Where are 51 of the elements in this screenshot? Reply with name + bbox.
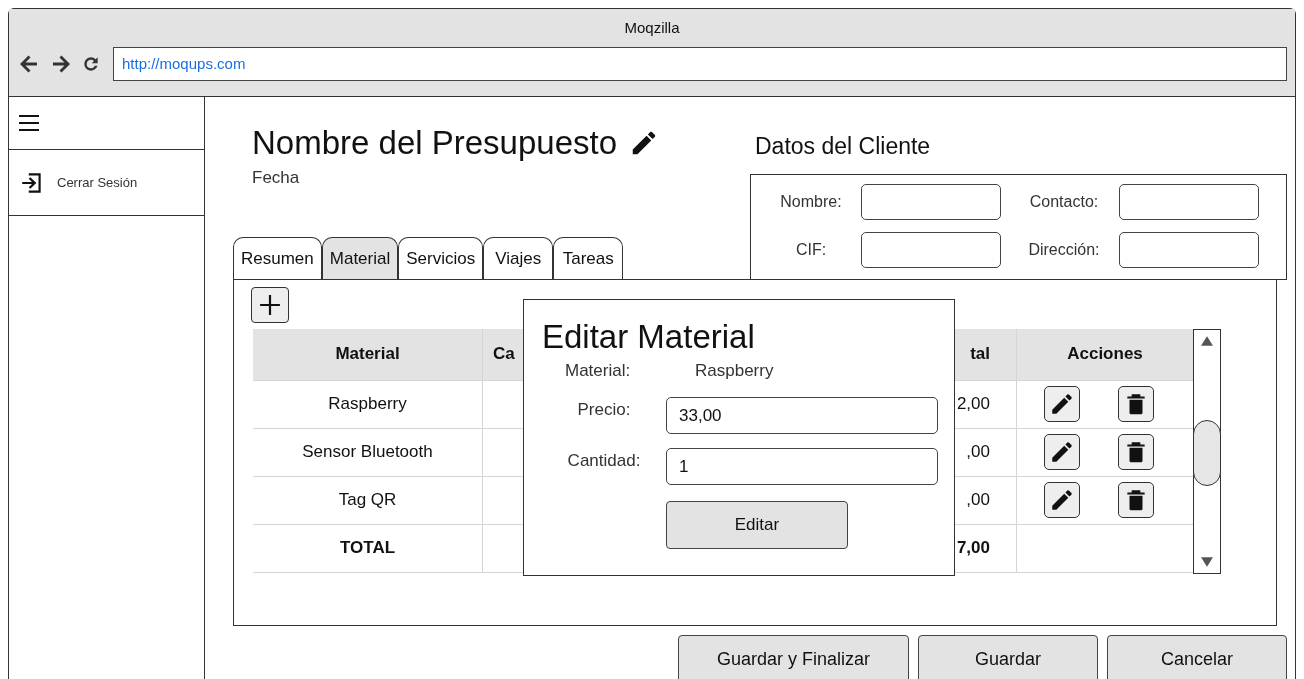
tab[interactable]: Viajes (483, 236, 554, 280)
page-title: Nombre del Presupuesto (252, 123, 618, 163)
pencil-icon (1049, 487, 1075, 513)
delete-button[interactable] (1118, 386, 1154, 422)
delete-button[interactable] (1118, 434, 1154, 470)
table-cell: Sensor Bluetooth (253, 428, 483, 476)
action-button[interactable]: Guardar y Finalizar (678, 634, 909, 679)
table-cell: TOTAL (253, 524, 483, 572)
field-label: Cantidad: (566, 450, 642, 472)
field-label: CIF: (795, 239, 827, 260)
dialog-button[interactable]: Editar (666, 501, 848, 549)
field-label: Contacto: (1029, 191, 1099, 212)
field-label: Precio: (576, 399, 632, 421)
pencil-icon (1049, 439, 1075, 465)
plus-icon (259, 293, 281, 316)
reload-icon[interactable] (81, 54, 101, 74)
edit-button[interactable] (1044, 386, 1080, 422)
tab[interactable]: Tareas (553, 236, 624, 280)
logout-item[interactable]: Cerrar Sesión (9, 150, 204, 216)
column-header: Material (253, 328, 483, 380)
table-cell: Tag QR (253, 476, 483, 524)
scroll-up-icon[interactable] (1201, 335, 1213, 346)
field-label: Nombre: (780, 191, 842, 212)
pencil-icon (1049, 391, 1075, 417)
input-field[interactable]: 33,00 (666, 397, 938, 434)
scroll-down-icon[interactable] (1201, 556, 1213, 567)
add-button[interactable] (251, 286, 289, 323)
field-label: Dirección: (1028, 239, 1100, 260)
edit-button[interactable] (1044, 482, 1080, 518)
input-field[interactable]: 1 (666, 448, 938, 485)
tab[interactable]: Material (321, 236, 399, 280)
address-field[interactable]: http://moqups.com (113, 47, 1287, 81)
client-heading: Datos del Cliente (754, 132, 931, 161)
tab[interactable]: Resumen (233, 236, 322, 280)
input-field[interactable] (861, 231, 1001, 268)
table-cell: Raspberry (253, 380, 483, 428)
tab[interactable]: Servicios (398, 236, 484, 280)
input-field[interactable] (1119, 231, 1259, 268)
input-field[interactable] (861, 183, 1001, 220)
action-button[interactable]: Guardar (918, 634, 1098, 679)
scrollbar[interactable] (1193, 328, 1221, 574)
window-title: Moqzilla (624, 17, 680, 38)
field-label: Material: (564, 359, 632, 382)
edit-button[interactable] (1044, 434, 1080, 470)
menu-icon[interactable] (19, 115, 39, 131)
delete-button[interactable] (1118, 482, 1154, 518)
column-header: Acciones (1066, 343, 1144, 366)
action-button[interactable]: Cancelar (1107, 634, 1287, 679)
date-label: Fecha (251, 167, 300, 189)
scroll-thumb[interactable] (1193, 419, 1221, 486)
input-field[interactable] (1119, 183, 1259, 220)
